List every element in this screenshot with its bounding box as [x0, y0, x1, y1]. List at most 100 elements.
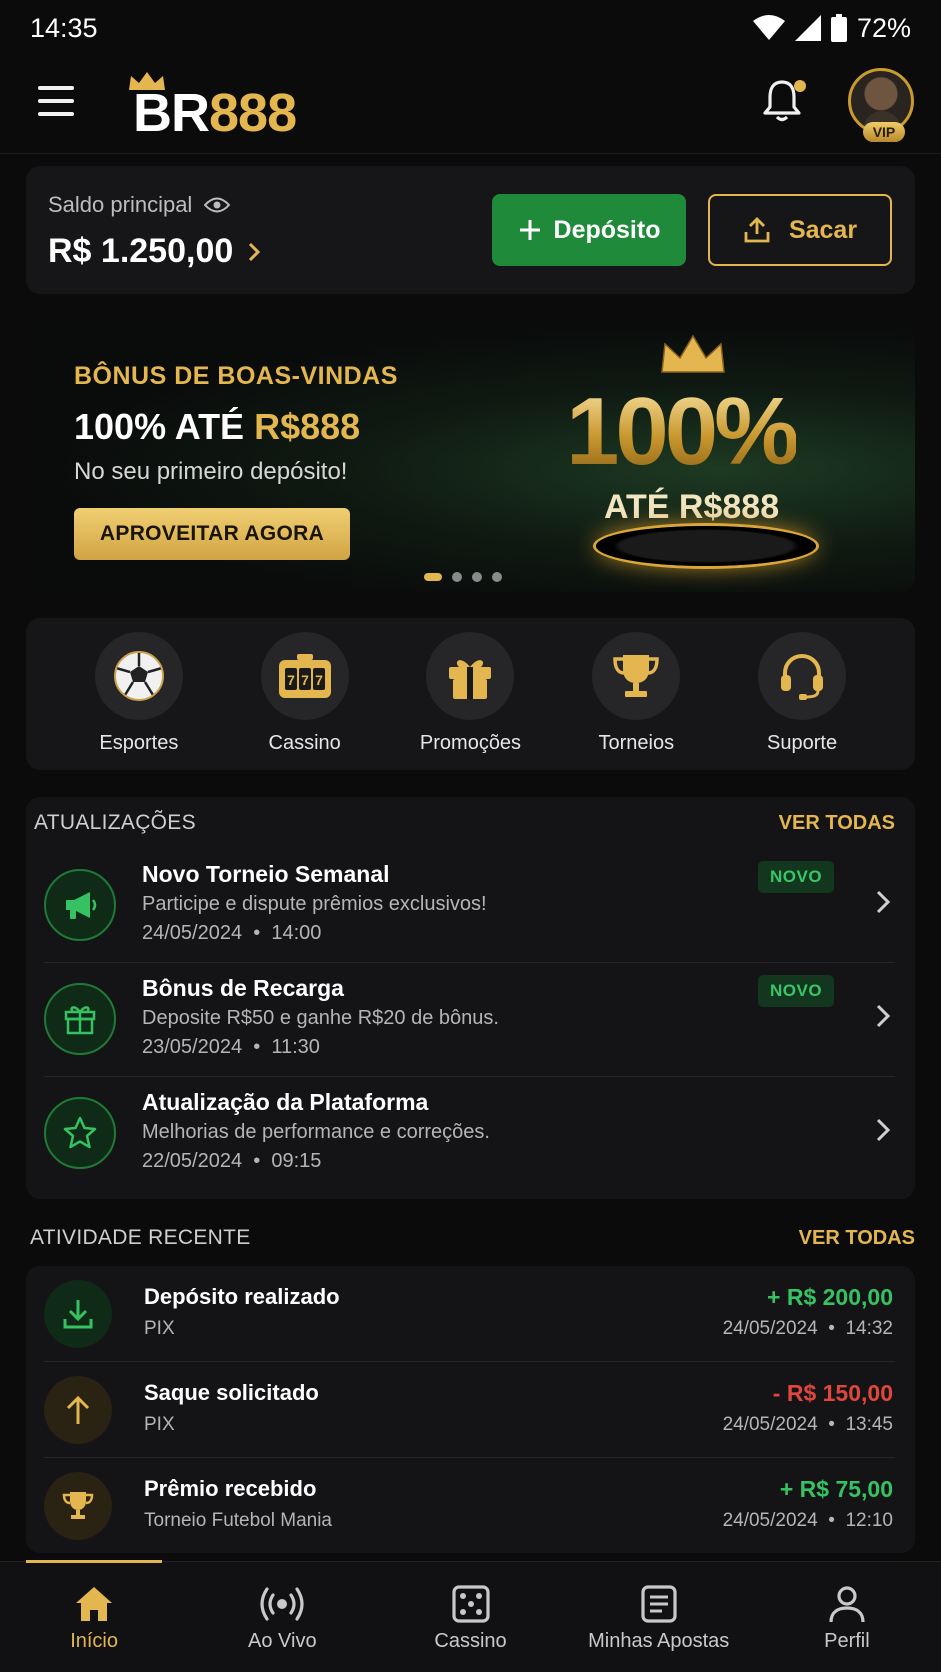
activity-method: PIX	[144, 1414, 175, 1435]
deposit-label: Depósito	[553, 215, 661, 244]
update-time: 11:30	[271, 1036, 320, 1058]
new-badge: NOVO	[758, 861, 835, 893]
category-promocoes[interactable]: Promoções	[400, 632, 540, 770]
nav-minhas-apostas[interactable]: Minhas Apostas	[565, 1562, 753, 1672]
activity-item[interactable]: Depósito realizado PIX + R$ 200,00 24/05…	[44, 1266, 895, 1362]
activity-time: 12:10	[845, 1510, 893, 1531]
download-icon	[63, 1300, 93, 1329]
live-broadcast-icon	[260, 1587, 304, 1621]
chevron-right-icon	[249, 242, 261, 261]
category-icon-wrap	[94, 632, 183, 720]
bottom-navigation: Início Ao Vivo Cassino Minhas Apostas Pe…	[0, 1560, 941, 1672]
menu-icon-line	[38, 99, 74, 103]
new-badge: NOVO	[758, 975, 835, 1007]
eye-icon[interactable]	[204, 196, 231, 214]
nav-inicio[interactable]: Início	[0, 1562, 188, 1672]
category-icon-wrap	[592, 632, 681, 720]
update-date: 23/05/2024	[142, 1036, 243, 1058]
plus-icon	[519, 220, 540, 240]
activity-section: Depósito realizado PIX + R$ 200,00 24/05…	[26, 1266, 915, 1553]
update-title: Bônus de Recarga	[142, 975, 344, 1001]
promo-banner[interactable]: BÔNUS DE BOAS-VINDAS 100% ATÉ R$888 No s…	[26, 320, 915, 592]
update-timestamp: 23/05/2024 • 11:30	[142, 1036, 320, 1058]
banner-title-white: 100% ATÉ	[74, 406, 255, 447]
carousel-dot[interactable]	[492, 572, 502, 582]
update-timestamp: 22/05/2024 • 09:15	[142, 1150, 322, 1172]
category-icon-wrap	[758, 632, 847, 720]
menu-icon	[38, 86, 74, 90]
activity-item[interactable]: Saque solicitado PIX - R$ 150,00 24/05/2…	[44, 1362, 895, 1458]
trophy-icon	[62, 1492, 94, 1519]
update-time: 14:00	[271, 922, 322, 944]
withdraw-button[interactable]: Sacar	[708, 194, 892, 266]
nav-ao-vivo[interactable]: Ao Vivo	[188, 1562, 376, 1672]
activity-item[interactable]: Prêmio recebido Torneio Futebol Mania + …	[44, 1458, 895, 1554]
activity-amount: - R$ 150,00	[772, 1380, 893, 1406]
activity-date: 24/05/2024	[722, 1414, 818, 1435]
category-cassino[interactable]: 777 Cassino	[235, 632, 375, 770]
balance-value: R$ 1.250,00	[48, 232, 234, 270]
nav-cassino[interactable]: Cassino	[376, 1562, 564, 1672]
vip-badge: VIP	[863, 122, 905, 142]
app-header: BR888 VIP	[0, 56, 941, 154]
update-title: Novo Torneio Semanal	[142, 861, 390, 887]
carousel-dot-active[interactable]	[424, 573, 442, 581]
upload-icon	[744, 217, 770, 243]
activity-icon-wrap	[44, 1376, 112, 1444]
carousel-dot[interactable]	[472, 572, 482, 582]
megaphone-icon	[66, 892, 97, 919]
category-torneios[interactable]: Torneios	[566, 632, 706, 770]
user-icon	[829, 1586, 865, 1623]
update-description: Melhorias de performance e correções.	[142, 1121, 490, 1143]
updates-title: ATUALIZAÇÕES	[34, 811, 196, 834]
updates-see-all-link[interactable]: VER TODAS	[779, 812, 895, 835]
balance-label: Saldo principal	[48, 192, 193, 217]
banner-art-sub: ATÉ R$888	[604, 488, 780, 526]
update-date: 24/05/2024	[142, 922, 243, 944]
category-suporte[interactable]: Suporte	[732, 632, 872, 770]
category-label: Suporte	[767, 732, 838, 754]
category-esportes[interactable]: Esportes	[69, 632, 209, 770]
banner-cta-button[interactable]: APROVEITAR AGORA	[74, 508, 350, 560]
brand-logo[interactable]: BR888	[129, 70, 343, 140]
update-item[interactable]: Novo Torneio Semanal Participe e dispute…	[44, 849, 895, 963]
nav-perfil[interactable]: Perfil	[753, 1562, 941, 1672]
chevron-right-icon	[876, 1118, 891, 1142]
crown-icon	[661, 334, 725, 373]
activity-method: PIX	[144, 1318, 175, 1339]
balance-value-row[interactable]: R$ 1.250,00	[48, 232, 261, 271]
banner-kicker: BÔNUS DE BOAS-VINDAS	[74, 362, 398, 390]
trophy-icon	[613, 655, 660, 697]
update-time: 09:15	[271, 1150, 322, 1172]
nav-label: Início	[70, 1630, 118, 1652]
activity-title-text: Prêmio recebido	[144, 1476, 317, 1501]
receipt-icon	[641, 1585, 677, 1623]
dice-icon	[451, 1585, 490, 1623]
activity-icon-wrap	[44, 1280, 112, 1348]
chevron-right-icon	[876, 890, 891, 914]
deposit-button[interactable]: Depósito	[492, 194, 686, 266]
battery-icon	[830, 14, 847, 42]
banner-title: 100% ATÉ R$888	[74, 406, 360, 448]
logo-text: BR888	[133, 86, 297, 140]
balance-card: Saldo principal R$ 1.250,00 Depósito Sac…	[26, 166, 915, 294]
category-shortcuts: Esportes 777 Cassino Promoções Torneios …	[26, 618, 915, 770]
menu-button[interactable]	[38, 86, 74, 116]
notifications-button[interactable]	[762, 78, 806, 124]
nav-label: Ao Vivo	[248, 1630, 317, 1652]
headset-icon	[781, 653, 824, 700]
category-icon-wrap	[426, 632, 515, 720]
banner-subtitle: No seu primeiro depósito!	[74, 458, 348, 485]
activity-title-text: Saque solicitado	[144, 1380, 319, 1405]
update-item[interactable]: Bônus de Recarga Deposite R$50 e ganhe R…	[44, 963, 895, 1077]
banner-title-gold: R$888	[254, 406, 361, 447]
activity-amount: + R$ 200,00	[767, 1284, 893, 1310]
status-bar: 14:35 72%	[0, 0, 941, 56]
gift-icon	[449, 660, 492, 699]
update-item[interactable]: Atualização da Plataforma Melhorias de p…	[44, 1077, 895, 1191]
activity-see-all-link[interactable]: VER TODAS	[799, 1227, 915, 1250]
category-label: Esportes	[99, 732, 179, 754]
carousel-dot[interactable]	[452, 572, 462, 582]
activity-date: 24/05/2024	[722, 1510, 818, 1531]
svg-text:7: 7	[315, 672, 323, 688]
